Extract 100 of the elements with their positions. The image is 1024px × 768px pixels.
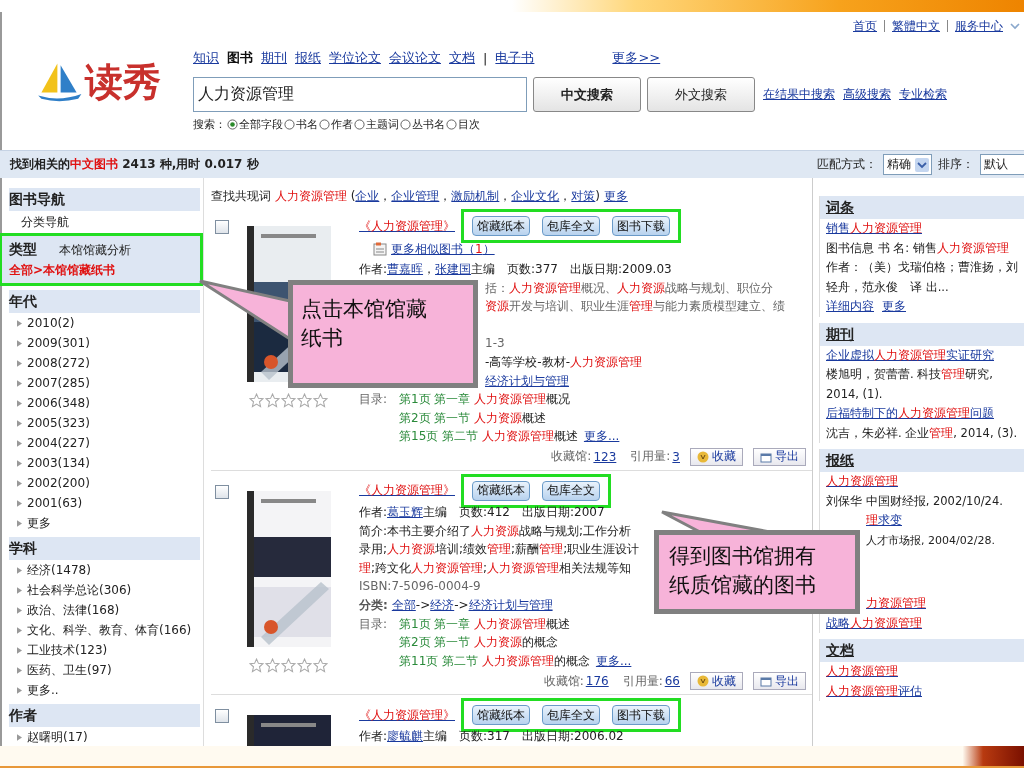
text-link[interactable]: 廖毓麒 — [387, 729, 424, 744]
action-button[interactable]: 包库全文 — [542, 216, 600, 236]
facet-link[interactable]: 2006(348) — [27, 396, 90, 410]
action-button[interactable]: 馆藏纸本 — [472, 480, 530, 501]
checkbox[interactable] — [215, 484, 229, 499]
holdings-link[interactable]: 176 — [585, 674, 609, 689]
book-title-link[interactable]: 《人力资源管理》 — [359, 217, 455, 235]
radio-label[interactable]: 主题词 — [366, 116, 399, 132]
result-link[interactable]: 人力资源管理 — [826, 474, 898, 488]
facet-link[interactable]: 社会科学总论(306) — [27, 581, 132, 599]
radio-label[interactable]: 全部字段 — [239, 116, 283, 132]
text-link[interactable]: 企业文化 — [511, 189, 560, 203]
text-link[interactable]: 对策 — [571, 189, 596, 203]
filter-path-link[interactable]: 全部>本馆馆藏纸书 — [9, 263, 116, 277]
checkbox[interactable] — [215, 220, 229, 234]
text-link[interactable]: 经济 — [430, 597, 455, 612]
text-link[interactable]: 葛玉辉 — [387, 504, 424, 519]
radio-label[interactable]: 目次 — [458, 116, 480, 132]
text-link[interactable]: 曹嘉晖 — [387, 262, 424, 276]
radio-label[interactable]: 丛书名 — [412, 116, 445, 132]
export-button[interactable]: 导出 — [753, 447, 806, 466]
facet-link[interactable]: 2002(200) — [27, 476, 90, 490]
radio-button[interactable] — [284, 118, 295, 130]
text-link[interactable]: 企业 — [355, 189, 380, 203]
holdings-link[interactable]: 123 — [593, 449, 617, 464]
nav-link[interactable]: 分类导航 — [21, 215, 69, 229]
facet-link[interactable]: 文化、科学、教育、体育(166) — [27, 621, 192, 639]
match-dropdown[interactable]: 精确 — [883, 154, 932, 175]
radio-button[interactable] — [446, 118, 457, 130]
radio-button[interactable] — [400, 118, 411, 130]
facet-link[interactable]: 2003(134) — [27, 456, 90, 470]
book-title-link[interactable]: 《人力资源管理》 — [359, 706, 455, 724]
category-tab[interactable]: 电子书 — [495, 49, 535, 67]
facet-link[interactable]: 2004(227) — [27, 436, 90, 450]
facet-link[interactable]: 医药、卫生(97) — [27, 661, 112, 679]
action-button[interactable]: 图书下载 — [612, 705, 670, 726]
result-link[interactable]: 理求变 — [866, 513, 902, 527]
facet-link[interactable]: 经济(1478) — [27, 561, 91, 579]
action-button[interactable]: 图书下载 — [612, 216, 670, 236]
facet-link[interactable]: 2010(2) — [27, 316, 75, 330]
checkbox[interactable] — [215, 709, 229, 724]
category-tab[interactable]: 知识 — [193, 49, 219, 67]
action-button[interactable]: 馆藏纸本 — [472, 216, 530, 236]
category-tab[interactable]: 文档 — [449, 49, 475, 67]
search-link[interactable]: 在结果中搜索 — [763, 86, 835, 103]
facet-link[interactable]: 2008(272) — [27, 356, 90, 370]
facet-link[interactable]: 工业技术(123) — [27, 641, 108, 659]
radio-button[interactable] — [354, 118, 365, 130]
search-field[interactable]: 人力资源管理 — [193, 77, 527, 112]
facet-link[interactable]: 2005(323) — [27, 416, 90, 430]
facet-link[interactable]: 政治、法律(168) — [27, 601, 120, 619]
category-tab[interactable]: 期刊 — [261, 49, 287, 67]
search-link[interactable]: 高级搜索 — [843, 86, 891, 103]
text-link[interactable]: 激励机制 — [451, 189, 500, 203]
export-button[interactable]: 导出 — [753, 672, 806, 691]
facet-link[interactable]: 2009(301) — [27, 336, 90, 350]
search-button[interactable]: 外文搜索 — [647, 77, 755, 112]
text-link[interactable]: 张建国 — [435, 262, 472, 276]
category-tab[interactable]: 会议论文 — [389, 49, 441, 67]
radio-label[interactable]: 书名 — [296, 116, 318, 132]
action-button[interactable]: 馆藏纸本 — [472, 705, 530, 726]
citations-link[interactable]: 66 — [664, 674, 680, 689]
result-link[interactable]: 销售人力资源管理 — [826, 221, 922, 235]
radio-button[interactable] — [319, 118, 330, 130]
top-link[interactable]: 繁體中文 — [884, 20, 947, 32]
result-link[interactable]: 企业虚拟人力资源管理实证研究 — [826, 347, 994, 362]
search-link[interactable]: 专业检索 — [899, 86, 947, 103]
action-button[interactable]: 包库全文 — [542, 705, 600, 726]
facet-link[interactable]: 2007(285) — [27, 376, 90, 390]
favorite-button[interactable]: 收藏 — [690, 672, 743, 691]
top-link[interactable]: 首页 — [846, 20, 884, 32]
facet-link[interactable]: 更多.. — [27, 681, 59, 699]
text-link[interactable]: 更多 — [603, 189, 628, 203]
citations-link[interactable]: 3 — [672, 449, 680, 464]
category-tab[interactable]: 学位论文 — [329, 49, 381, 67]
result-link[interactable]: 人力资源管理评估 — [826, 683, 922, 698]
result-link[interactable]: 力资源管理 — [866, 596, 926, 610]
action-button[interactable]: 包库全文 — [542, 480, 600, 501]
more-link[interactable]: 更多... — [595, 653, 632, 668]
top-link[interactable]: 服务中心 — [947, 20, 1010, 32]
category-tab[interactable]: 图书 — [227, 49, 253, 67]
text-link[interactable]: 企业管理 — [391, 189, 440, 203]
category-tab[interactable]: 报纸 — [295, 49, 321, 67]
favorite-button[interactable]: 收藏 — [690, 447, 743, 466]
sort-dropdown[interactable]: 默认 — [980, 154, 1024, 175]
result-link[interactable]: 人力资源管理 — [826, 664, 898, 678]
more-link[interactable]: 更多... — [583, 429, 620, 444]
text-link[interactable]: 经济计划与管理 — [468, 597, 553, 612]
result-link[interactable]: 详细内容 — [826, 299, 874, 313]
facet-link[interactable]: 2001(63) — [27, 496, 83, 510]
result-link[interactable]: 后福特制下的人力资源管理问题 — [826, 406, 994, 420]
facet-link[interactable]: 更多 — [27, 514, 51, 532]
result-link[interactable]: 更多 — [882, 299, 906, 313]
search-button[interactable]: 中文搜索 — [533, 77, 641, 112]
chevron-down-icon[interactable] — [915, 157, 929, 172]
radio-button[interactable] — [227, 118, 238, 130]
result-link[interactable]: 战略人力资源管理 — [826, 615, 922, 630]
text-link[interactable]: 全部 — [391, 597, 416, 612]
book-title-link[interactable]: 《人力资源管理》 — [359, 482, 455, 500]
facet-link[interactable]: 赵曙明(17) — [27, 728, 88, 746]
